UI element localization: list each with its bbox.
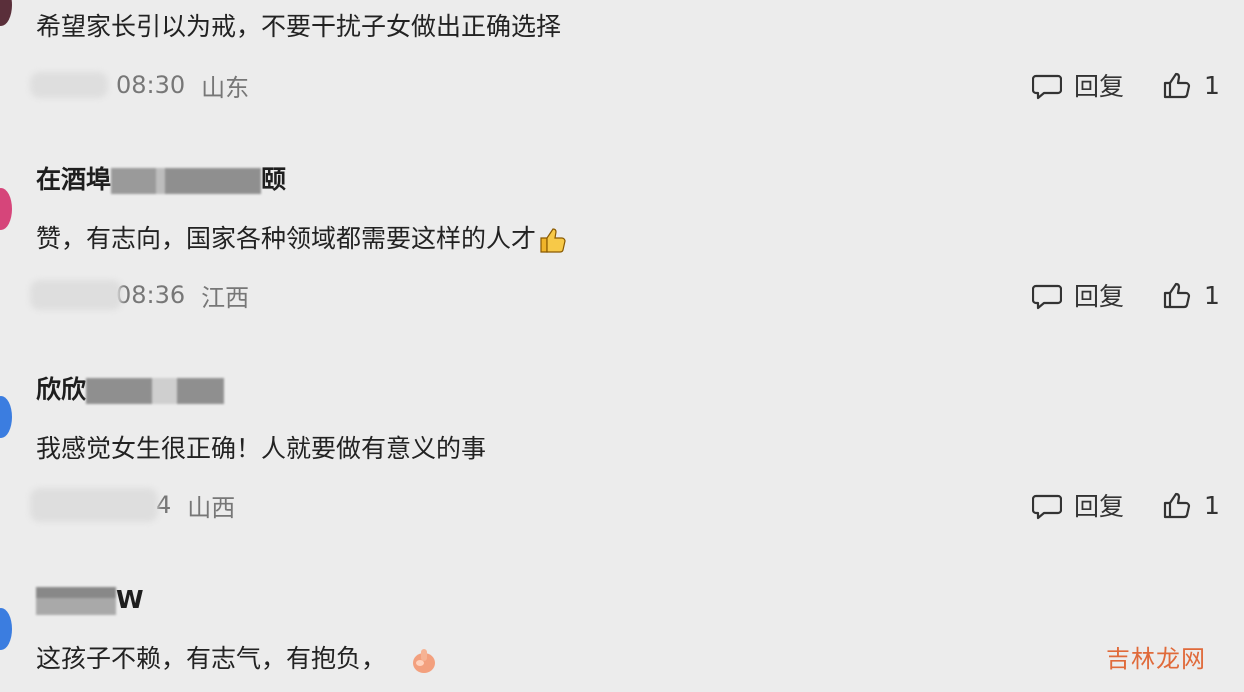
avatar[interactable] [0, 608, 12, 650]
watermark: 吉林龙网 [1106, 645, 1206, 673]
comment-text: 希望家长引以为戒，不要干扰子女做出正确选择 [36, 12, 562, 41]
like-count: 1 [1204, 70, 1220, 100]
redacted-username [30, 488, 158, 522]
comment-username[interactable]: 欣欣 [36, 374, 225, 406]
redacted-username [30, 280, 122, 310]
thumbs-up-icon [1163, 72, 1191, 99]
like-count: 1 [1204, 490, 1220, 520]
comment-text-body: 赞，有志向，国家各种领域都需要这样的人才 [36, 224, 537, 253]
like-button[interactable]: 1 [1162, 278, 1220, 312]
username-visible-part: 颐 [261, 165, 287, 194]
comment-location: 山东 [201, 73, 250, 102]
comment-time: 08:30 [116, 71, 186, 99]
comment-text-body: 这孩子不赖，有志气，有抱负， [36, 644, 387, 673]
comment-location: 江西 [201, 283, 250, 312]
reply-label: 回复 [1074, 492, 1125, 521]
like-count: 1 [1204, 280, 1220, 310]
comment-bubble-icon [1032, 74, 1062, 100]
fist-emoji-icon [413, 649, 436, 673]
like-button[interactable]: 1 [1162, 488, 1220, 522]
comment-username[interactable]: W [36, 584, 144, 616]
reply-button[interactable]: 回复 [1032, 278, 1124, 312]
avatar[interactable] [0, 188, 12, 230]
avatar[interactable] [0, 396, 12, 438]
comment-meta: 08:30 山东 [30, 68, 249, 102]
username-visible-part: 在酒埠 [36, 165, 112, 194]
comment-username[interactable]: 在酒埠 颐 [36, 164, 286, 196]
username-redaction [36, 587, 116, 615]
thumbs-up-icon [1163, 282, 1191, 309]
comment-text: 这孩子不赖，有志气，有抱负， [36, 642, 440, 676]
comment-time: 4 [156, 491, 172, 519]
reply-label: 回复 [1074, 282, 1125, 311]
thumbs-up-emoji-icon [540, 228, 566, 253]
comment-bubble-icon [1032, 494, 1062, 520]
reply-button[interactable]: 回复 [1032, 68, 1124, 102]
comment-time: 08:36 [116, 281, 186, 309]
thumbs-up-icon [1163, 492, 1191, 519]
avatar[interactable] [0, 0, 12, 26]
comment-bubble-icon [1032, 284, 1062, 310]
comment-meta: 4 山西 [30, 488, 235, 522]
comment-meta: 08:36 江西 [30, 278, 249, 312]
reply-button[interactable]: 回复 [1032, 488, 1124, 522]
comment-text: 赞，有志向，国家各种领域都需要这样的人才 [36, 222, 568, 256]
username-redaction [86, 378, 225, 404]
reply-label: 回复 [1074, 72, 1125, 101]
redacted-username [30, 72, 108, 98]
username-visible-part: W [116, 585, 144, 614]
comment-text: 我感觉女生很正确！人就要做有意义的事 [36, 434, 487, 463]
like-button[interactable]: 1 [1162, 68, 1220, 102]
username-redaction [111, 168, 262, 194]
username-visible-part: 欣欣 [36, 375, 87, 404]
comment-location: 山西 [187, 493, 236, 522]
